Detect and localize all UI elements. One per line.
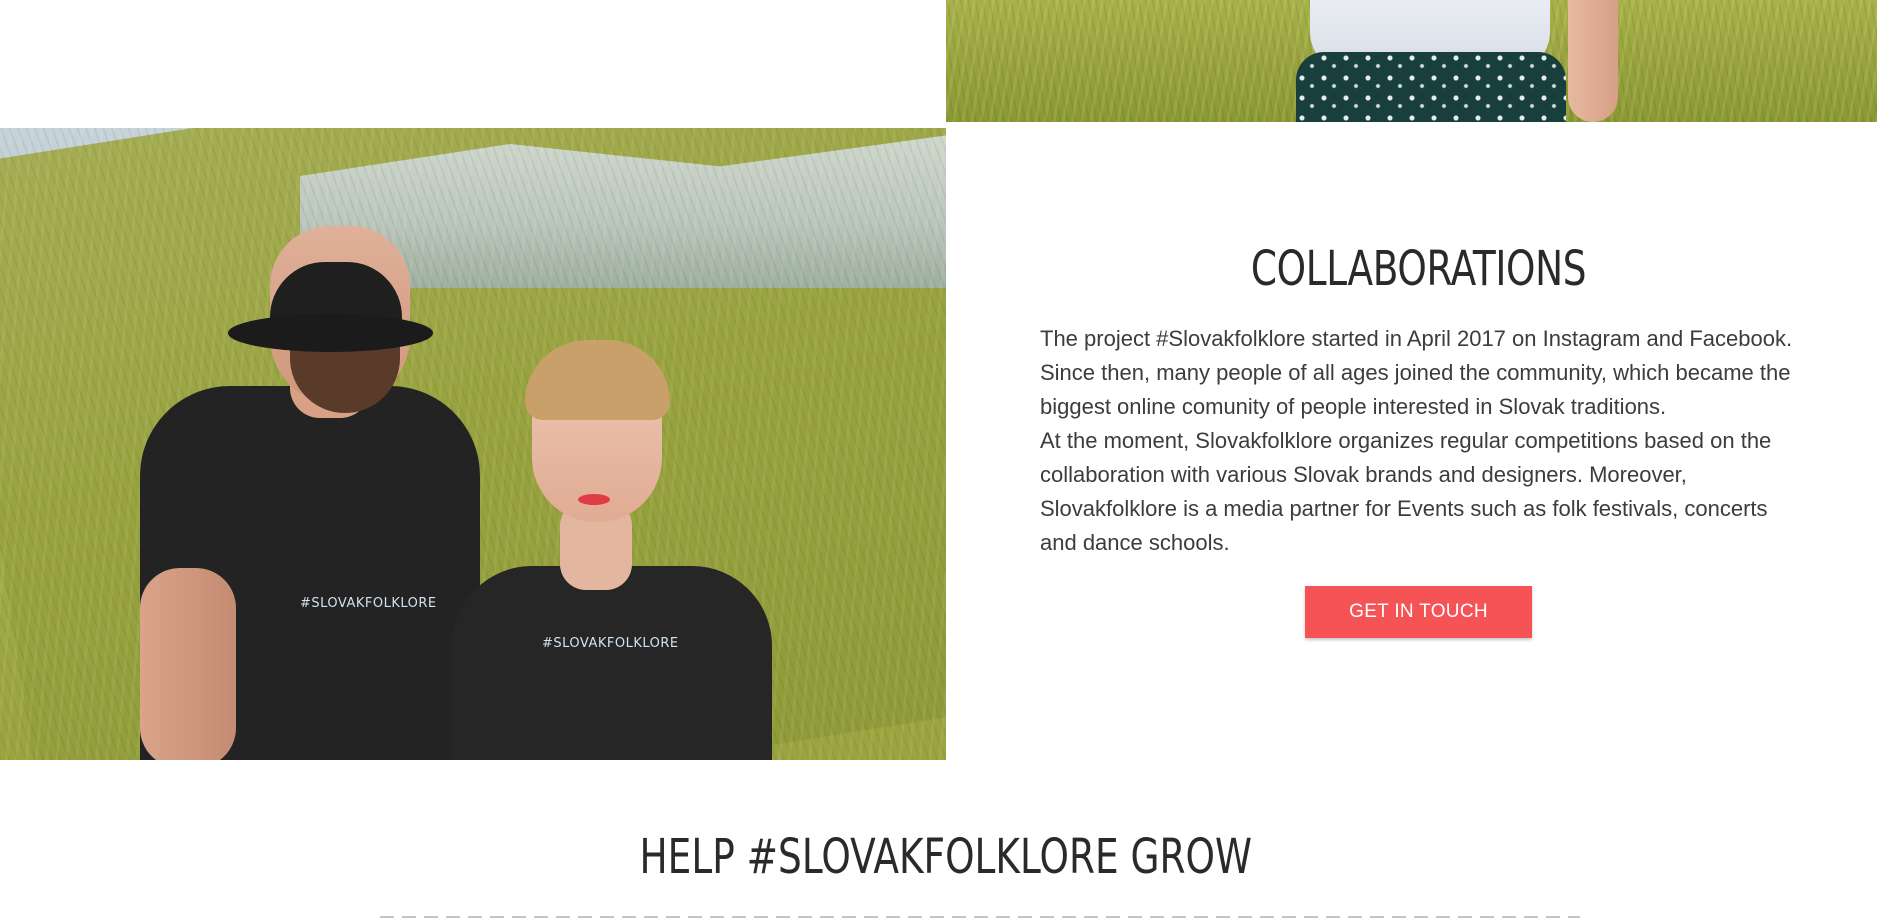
cut-off-text-line [380, 912, 1580, 918]
man-arm [140, 568, 236, 760]
photo-arm [1568, 0, 1618, 122]
collaborations-paragraph-2: At the moment, Slovakfolklore organizes … [1040, 428, 1772, 555]
help-grow-title: HELP #SLOVAKFOLKLORE GROW [639, 829, 1253, 885]
collaborations-text: The project #Slovakfolklore started in A… [1040, 322, 1797, 560]
collaborations-title: COLLABORATIONS [1250, 241, 1587, 297]
man-hat-brim [228, 314, 433, 352]
man-shirt-print: #SLOVAKFOLKLORE [300, 596, 437, 611]
woman-shirt [452, 566, 772, 760]
woman-shirt-print: #SLOVAKFOLKLORE [542, 636, 679, 651]
get-in-touch-button[interactable]: GET IN TOUCH [1305, 586, 1532, 638]
collaborations-paragraph-1: The project #Slovakfolklore started in A… [1040, 326, 1793, 419]
woman-lips [578, 494, 610, 505]
top-photo-skirt [946, 0, 1877, 122]
couple-photo: #SLOVAKFOLKLORE #SLOVAKFOLKLORE [0, 128, 946, 760]
cta-wrapper: GET IN TOUCH [1040, 586, 1797, 638]
collaborations-section: COLLABORATIONS The project #Slovakfolklo… [1040, 238, 1797, 638]
photo-floral-skirt [1296, 52, 1566, 122]
